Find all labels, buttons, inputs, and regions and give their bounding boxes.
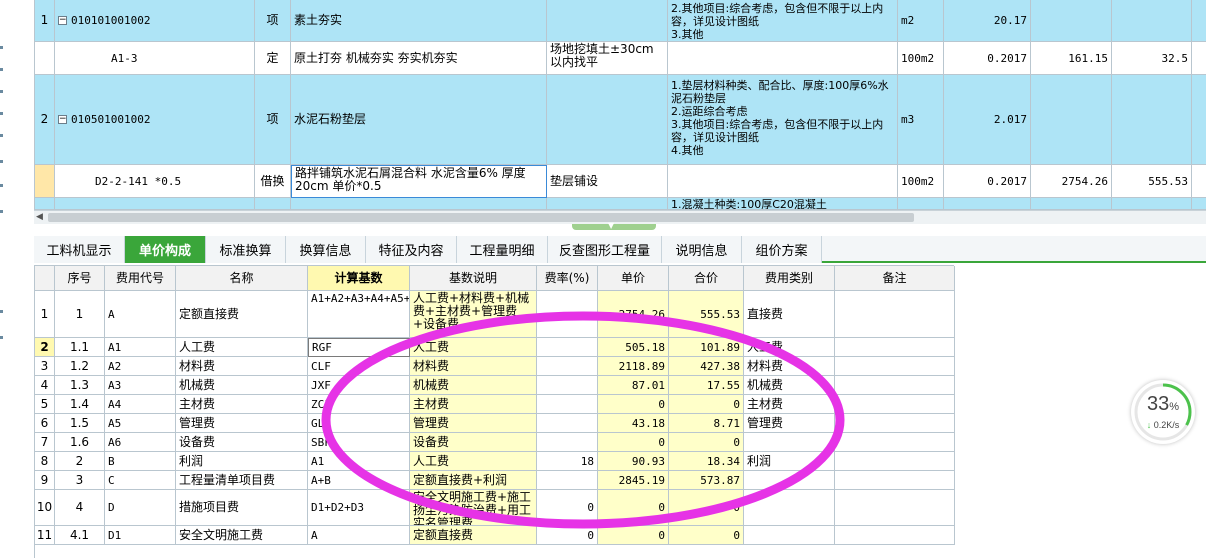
speed-percent-sign: % — [1169, 401, 1180, 413]
annotation-ellipse — [321, 311, 845, 529]
speed-rate: 0.2K/s — [1153, 420, 1180, 430]
download-arrow-icon: ↓ — [1146, 420, 1152, 430]
speed-percent: 33 — [1146, 393, 1170, 415]
network-speed-widget[interactable]: 33% ↓ 0.2K/s — [1131, 380, 1195, 444]
